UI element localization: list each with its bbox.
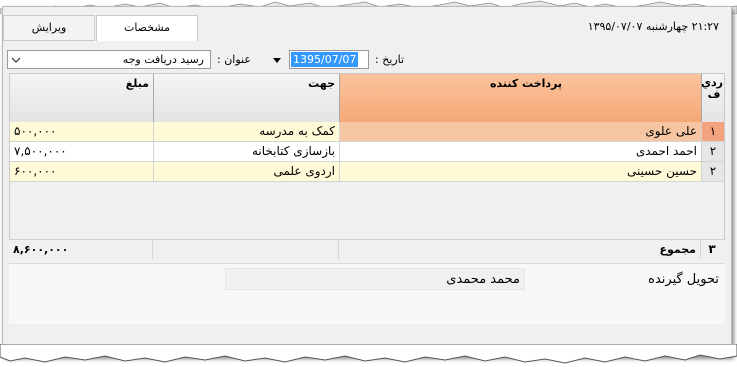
tab-edit[interactable]: ویرایش [3, 15, 95, 41]
title-label: عنوان : [217, 53, 251, 66]
cell-amount: ۵۰۰,۰۰۰ [10, 122, 154, 141]
date-dropdown-icon[interactable] [272, 55, 282, 65]
date-field-value: 1395/07/07 [291, 52, 359, 67]
cell-purpose: کمک به مدرسه [154, 122, 340, 141]
header-purpose[interactable]: جهت [154, 74, 340, 122]
torn-paper-bottom [0, 344, 737, 364]
date-field[interactable]: 1395/07/07 [289, 50, 369, 69]
cell-purpose: اردوی علمی [154, 162, 340, 181]
title-combobox-value: رسید دریافت وجه [122, 53, 204, 66]
cell-payer: احمد احمدی [340, 142, 702, 161]
cell-payer: علی علوی [340, 122, 702, 141]
cell-amount: ۶۰۰,۰۰۰ [10, 162, 154, 181]
receiver-label: تحویل گیرنده [648, 272, 719, 287]
total-count: ۳ [708, 242, 716, 256]
cell-row-number: ۲ [702, 142, 724, 161]
totals-row: ۸,۶۰۰,۰۰۰ مجموع ۳ [9, 239, 725, 261]
datetime-display: ۲۱:۲۷ چهارشنبه ۱۳۹۵/۰۷/۰۷ [587, 20, 719, 33]
receiver-panel: محمد محمدی تحویل گیرنده [9, 263, 725, 324]
table-row[interactable]: ۷,۵۰۰,۰۰۰ بازسازی کتابخانه احمد احمدی ۲ [10, 142, 724, 162]
total-label: مجموع [339, 240, 701, 259]
cell-amount: ۷,۵۰۰,۰۰۰ [10, 142, 154, 161]
table-row[interactable]: ۵۰۰,۰۰۰ کمک به مدرسه علی علوی ۱ [10, 122, 724, 142]
total-amount: ۸,۶۰۰,۰۰۰ [9, 240, 153, 259]
cell-purpose: بازسازی کتابخانه [154, 142, 340, 161]
header-row-number[interactable]: ردي ف [701, 74, 724, 122]
cell-row-number: ۲ [702, 162, 724, 181]
header-payer[interactable]: پرداخت کننده [340, 74, 702, 122]
receiver-name-field[interactable]: محمد محمدی [225, 268, 525, 290]
header-amount[interactable]: مبلغ [10, 74, 154, 122]
tab-specs[interactable]: مشخصات [96, 15, 198, 41]
receiver-name: محمد محمدی [446, 272, 520, 287]
total-purpose-empty [153, 240, 339, 259]
title-combobox[interactable]: رسید دریافت وجه [7, 50, 211, 69]
chevron-down-icon [11, 57, 21, 63]
cell-payer: حسین حسینی [340, 162, 702, 181]
table-row[interactable]: ۶۰۰,۰۰۰ اردوی علمی حسین حسینی ۲ [10, 162, 724, 182]
window-frame: ویرایش مشخصات ۲۱:۲۷ چهارشنبه ۱۳۹۵/۰۷/۰۷ … [2, 6, 732, 356]
cell-row-number: ۱ [702, 122, 724, 141]
date-label: تاریخ : [375, 53, 405, 66]
items-grid: مبلغ جهت پرداخت کننده ردي ف ۵۰۰,۰۰۰ کمک … [9, 73, 725, 249]
